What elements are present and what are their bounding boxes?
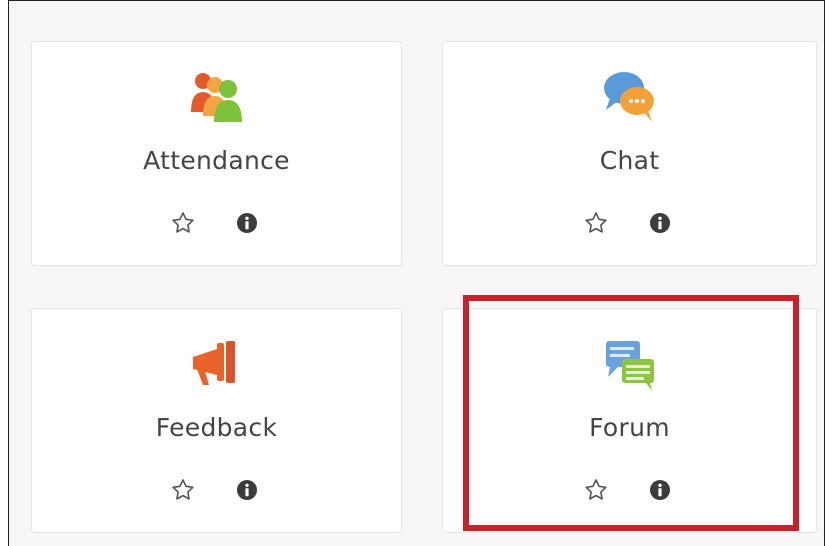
megaphone-icon (187, 333, 247, 393)
info-circle-icon[interactable] (236, 212, 258, 234)
module-card-feedback[interactable]: Feedback (31, 308, 402, 533)
info-circle-icon[interactable] (236, 479, 258, 501)
module-card-forum[interactable]: Forum (442, 308, 817, 533)
attendance-people-icon (187, 66, 247, 126)
star-outline-icon[interactable] (170, 477, 196, 503)
star-outline-icon[interactable] (583, 210, 609, 236)
star-outline-icon[interactable] (170, 210, 196, 236)
info-circle-icon[interactable] (649, 212, 671, 234)
module-label: Attendance (143, 146, 290, 175)
info-circle-icon[interactable] (649, 479, 671, 501)
module-label: Forum (589, 413, 670, 442)
module-card-chat[interactable]: Chat (442, 41, 817, 266)
star-outline-icon[interactable] (583, 477, 609, 503)
module-label: Chat (599, 146, 660, 175)
module-label: Feedback (155, 413, 278, 442)
chat-bubbles-icon (600, 66, 660, 126)
module-card-attendance[interactable]: Attendance (31, 41, 402, 266)
activity-chooser-panel: Attendance Chat Feedback Forum (8, 0, 825, 546)
forum-discussion-icon (600, 333, 660, 393)
